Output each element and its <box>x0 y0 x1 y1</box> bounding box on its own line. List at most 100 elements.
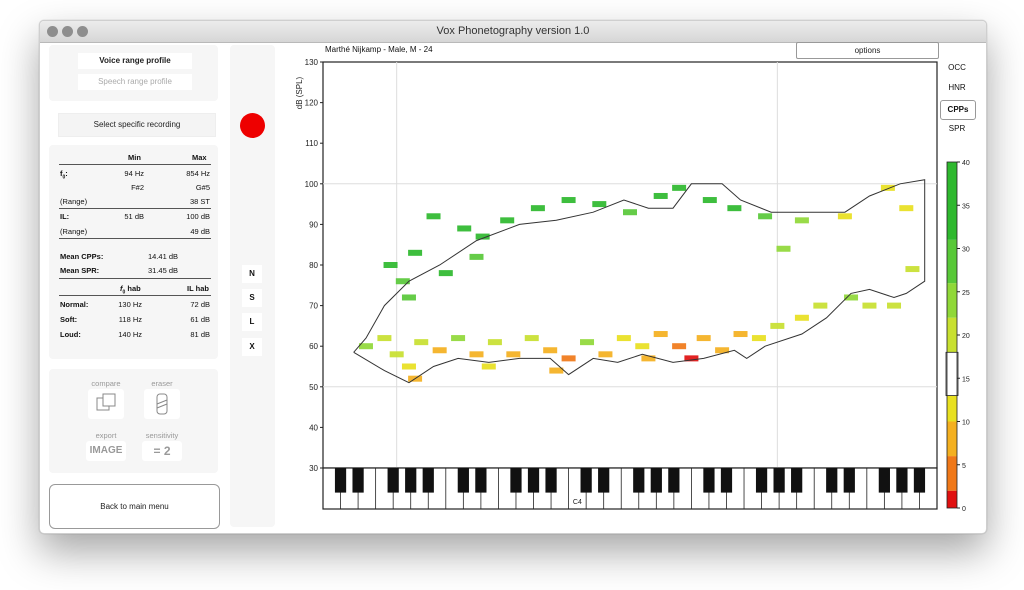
heatmap-cell <box>672 184 687 191</box>
piano-black-key <box>773 468 785 493</box>
heatmap-cell <box>500 217 515 224</box>
heatmap-cell <box>401 363 416 370</box>
heatmap-cell <box>524 335 539 342</box>
piano-black-key <box>352 468 364 493</box>
heatmap-cell <box>758 213 773 220</box>
piano-black-key <box>334 468 347 493</box>
heatmap-cell <box>408 249 423 256</box>
app-window: Vox Phonetography version 1.0 Voice rang… <box>39 20 987 534</box>
heatmap-cell <box>487 339 502 346</box>
y-tick-label: 100 <box>305 180 319 189</box>
heatmap-cell <box>561 355 576 362</box>
colorbar-tick-label: 15 <box>962 376 970 383</box>
heatmap-cell <box>561 197 576 204</box>
heatmap-cell <box>635 343 650 350</box>
colorbar-tick-label: 0 <box>962 506 966 513</box>
colorbar-tick-label: 10 <box>962 420 970 427</box>
heatmap-cell <box>880 184 895 191</box>
heatmap-cell <box>414 339 429 346</box>
heatmap-cell <box>592 201 607 208</box>
heatmap-cell <box>383 262 398 268</box>
colorbar-segment <box>947 352 957 396</box>
heatmap-cell <box>481 363 496 370</box>
heatmap-cell <box>426 213 441 220</box>
piano-black-key <box>878 468 890 493</box>
colorbar-tick-label: 35 <box>962 203 970 210</box>
colorbar-segment <box>947 421 957 457</box>
colorbar-segment <box>947 239 957 284</box>
piano-black-key <box>650 468 662 493</box>
phonetogram-chart: 30 40 50 60 70 80 90 100 110 120 130dB (SPL) C4 0 5 10… <box>295 58 970 513</box>
piano-black-key <box>896 468 908 493</box>
heatmap-cell <box>862 302 877 309</box>
y-tick-label: 120 <box>305 99 319 108</box>
plot-frame <box>322 61 938 469</box>
colorbar-tick-label: 40 <box>962 160 970 167</box>
piano-black-key <box>422 468 434 493</box>
y-tick-label: 60 <box>309 342 318 351</box>
colorbar-tick-label: 25 <box>962 290 970 297</box>
colorbar-segment <box>947 456 957 491</box>
heatmap-cell <box>616 335 631 342</box>
piano-black-key <box>826 468 838 493</box>
heatmap-cell <box>457 225 472 232</box>
y-tick-label: 40 <box>309 423 318 432</box>
piano-black-key <box>843 468 855 493</box>
heatmap-cell <box>837 213 852 220</box>
heatmap-cell <box>432 347 447 354</box>
heatmap-cell <box>395 278 410 285</box>
piano-black-key <box>510 468 522 493</box>
heatmap-cell <box>899 205 914 212</box>
colorbar-tick-label: 30 <box>962 247 970 254</box>
heatmap-cell <box>623 209 637 216</box>
heatmap-cell <box>451 335 466 342</box>
colorbar-tick-label: 5 <box>962 463 966 470</box>
heatmap-cell <box>702 197 717 204</box>
y-tick-label: 30 <box>309 464 318 473</box>
heatmap-cell <box>530 205 545 212</box>
y-tick-label: 130 <box>305 58 319 67</box>
piano-black-key <box>913 468 926 493</box>
y-tick-label: 110 <box>305 139 318 148</box>
y-tick-label: 50 <box>309 383 318 392</box>
piano-black-key <box>545 468 557 493</box>
heatmap-cell <box>794 314 809 321</box>
heatmap-cell <box>598 351 613 358</box>
colorbar-segment <box>947 395 957 422</box>
heatmap-cell <box>469 351 484 358</box>
piano-black-key <box>457 468 469 493</box>
piano-black-key <box>580 468 592 493</box>
heatmap-cell <box>438 270 453 277</box>
piano-black-key <box>387 468 399 493</box>
colorbar-segment <box>947 162 957 240</box>
piano-black-key <box>703 468 715 493</box>
heatmap-cell <box>696 335 711 342</box>
heatmap-cell <box>844 294 859 301</box>
piano-black-key <box>791 468 803 493</box>
colorbar-segment <box>947 490 957 508</box>
heatmap-cell <box>401 294 416 301</box>
heatmap-cell <box>751 335 766 342</box>
y-tick-label: 80 <box>309 261 318 270</box>
heatmap-cell <box>794 217 809 224</box>
y-tick-label: 90 <box>309 220 318 229</box>
heatmap-cell <box>469 253 484 260</box>
heatmap-cell <box>653 192 668 199</box>
heatmap-cell <box>887 302 902 309</box>
heatmap-cell <box>727 205 742 212</box>
colorbar-segment <box>947 317 957 353</box>
piano-black-key <box>720 468 733 493</box>
heatmap-cell <box>543 347 558 354</box>
heatmap-cell <box>905 266 920 273</box>
c4-label: C4 <box>573 499 582 506</box>
heatmap-cell <box>389 351 404 358</box>
heatmap-cell <box>580 339 595 346</box>
colorbar-tick-label: 20 <box>962 333 970 340</box>
piano-black-key <box>755 468 768 493</box>
heatmap-cell <box>770 322 785 329</box>
heatmap-cell <box>776 245 791 252</box>
piano-black-key <box>668 468 680 493</box>
piano-black-key <box>598 468 610 493</box>
heatmap-cell <box>653 331 668 338</box>
heatmap-cell <box>506 351 521 358</box>
